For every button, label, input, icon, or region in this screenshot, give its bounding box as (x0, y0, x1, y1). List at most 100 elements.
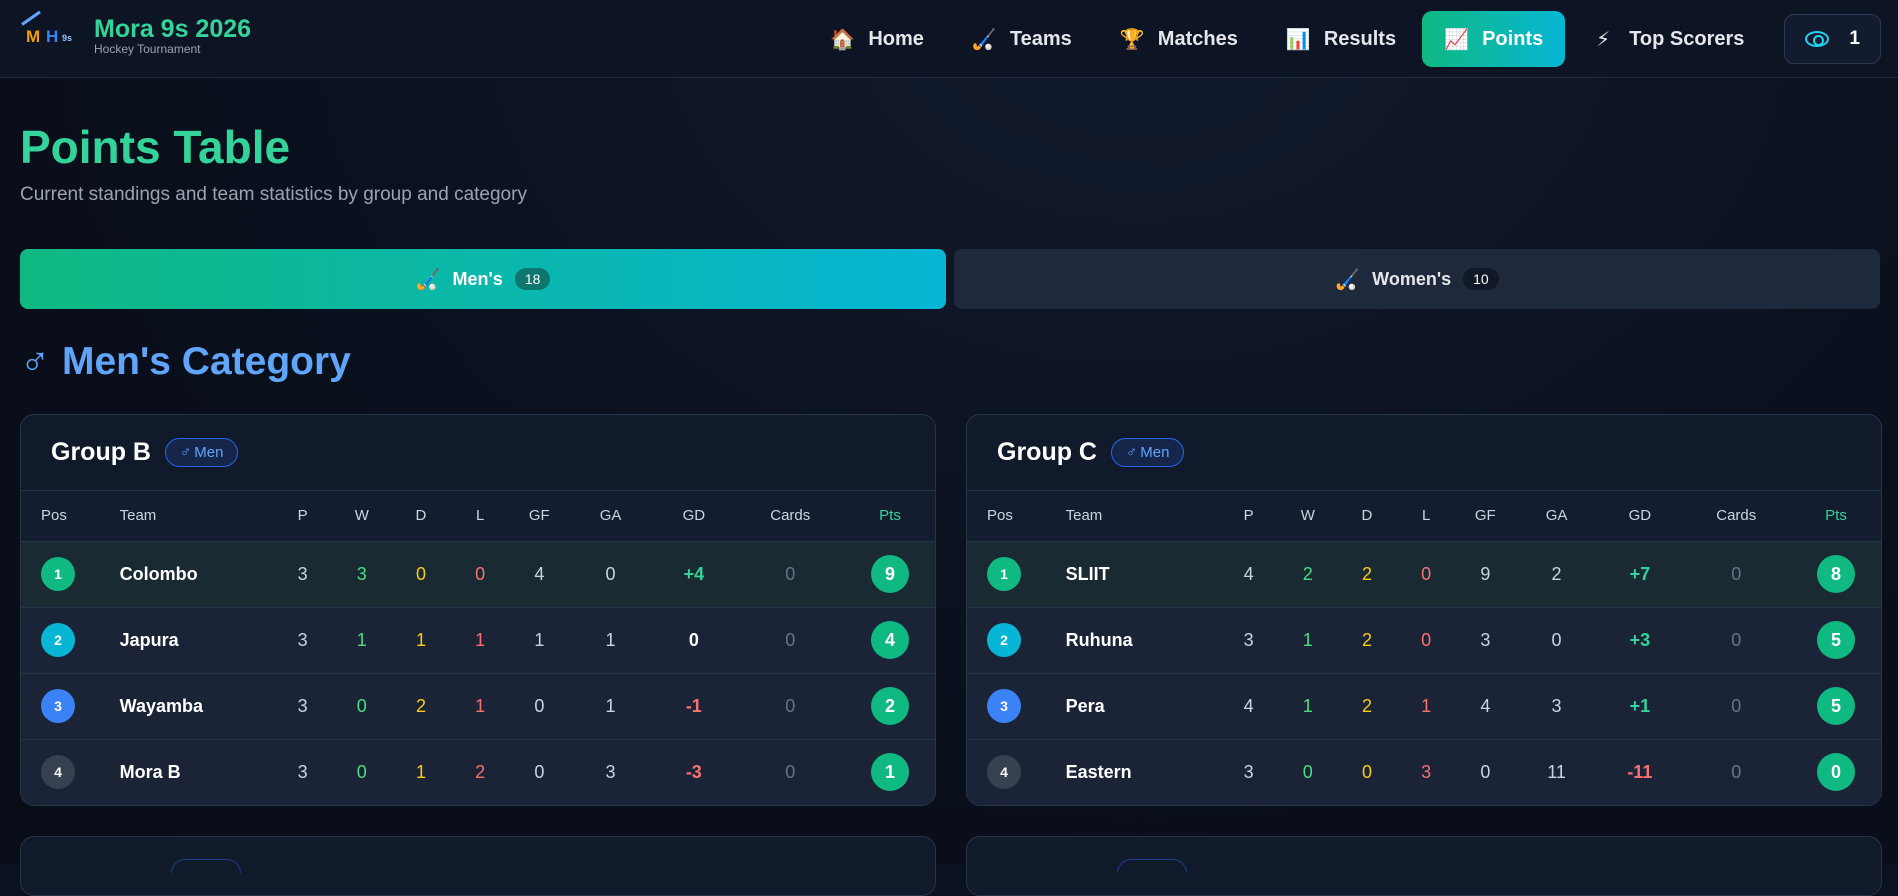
column-header: GF (1474, 507, 1496, 525)
group-name: Group C (997, 438, 1097, 466)
stat-w: 1 (1302, 695, 1313, 716)
points-badge: 2 (871, 687, 910, 725)
column-header: Pos (987, 507, 1013, 525)
stat-gd: +3 (1629, 629, 1651, 650)
stat-gd: +7 (1629, 563, 1651, 584)
stat-gf: 1 (534, 629, 545, 650)
hockey-stick-icon: 🏑 (415, 268, 441, 291)
category-label: Men's Category (62, 340, 351, 383)
hockey-stick-icon: 🏑 (1335, 268, 1361, 291)
table-row[interactable]: 2 Japura 3 1 1 1 1 1 0 0 4 (21, 607, 935, 673)
team-name[interactable]: Eastern (1066, 739, 1219, 805)
table-row[interactable]: 4 Mora B 3 0 1 2 0 3 -3 0 1 (21, 739, 935, 805)
stat-l: 0 (1421, 629, 1432, 650)
male-symbol-icon: ♂ (1126, 444, 1138, 461)
position-badge: 3 (41, 689, 75, 723)
stat-cards: 0 (1731, 761, 1742, 782)
column-header: Pts (1825, 507, 1847, 525)
tab-womens[interactable]: 🏑 Women's 10 (954, 249, 1880, 309)
team-name[interactable]: Ruhuna (1066, 607, 1219, 673)
position-badge: 4 (987, 755, 1021, 790)
tab-mens[interactable]: 🏑 Men's 18 (20, 249, 946, 309)
column-header: D (415, 507, 427, 525)
column-header: D (1361, 507, 1373, 525)
stat-w: 3 (356, 563, 367, 584)
stat-cards: 0 (1731, 629, 1742, 650)
stat-l: 0 (1421, 563, 1432, 584)
table-row[interactable]: 1 Colombo 3 3 0 0 4 0 +4 0 9 (21, 541, 935, 607)
house-icon: 🏠 (830, 28, 856, 51)
table-row[interactable]: 2 Ruhuna 3 1 2 0 3 0 +3 0 5 (967, 607, 1881, 673)
team-name[interactable]: Colombo (120, 541, 273, 607)
brand-title: Mora 9s 2026 (94, 15, 252, 43)
stat-gf: 0 (534, 761, 545, 782)
stat-p: 3 (1243, 629, 1254, 650)
team-name[interactable]: Pera (1066, 673, 1219, 739)
column-header: W (1300, 507, 1315, 525)
column-header: L (475, 507, 485, 525)
stat-p: 3 (297, 761, 308, 782)
table-row[interactable]: 3 Pera 4 1 2 1 4 3 +1 0 5 (967, 673, 1881, 739)
brand[interactable]: M H 9s Mora 9s 2026 Hockey Tournament (20, 10, 252, 56)
stat-gd: -1 (685, 695, 702, 716)
group-card-partial (20, 836, 936, 896)
table-row[interactable]: 4 Eastern 3 0 0 3 0 11 -11 0 0 (967, 739, 1881, 805)
bar-chart-icon: 📊 (1285, 28, 1311, 51)
column-header: Team (119, 507, 157, 525)
stat-d: 2 (1361, 563, 1372, 584)
stat-cards: 0 (785, 761, 796, 782)
category-heading: ♂ Men's Category (20, 340, 351, 384)
column-header: L (1421, 507, 1431, 525)
column-header: Pos (41, 507, 67, 525)
stat-cards: 0 (785, 563, 796, 584)
stat-ga: 0 (1551, 629, 1562, 650)
team-name[interactable]: SLIIT (1066, 541, 1219, 607)
nav-home[interactable]: 🏠 Home (808, 11, 946, 67)
brand-subtitle: Hockey Tournament (94, 42, 201, 56)
category-tabs: 🏑 Men's 18 🏑 Women's 10 (20, 249, 1880, 309)
stat-gf: 9 (1480, 563, 1491, 584)
male-symbol-icon: ♂ (20, 340, 50, 384)
stat-ga: 3 (1551, 695, 1562, 716)
stat-gf: 3 (1480, 629, 1491, 650)
stat-l: 3 (1421, 761, 1432, 782)
stat-d: 2 (415, 695, 426, 716)
male-symbol-icon: ♂ (180, 444, 192, 461)
points-badge: 5 (1817, 687, 1856, 725)
points-badge: 1 (871, 753, 910, 792)
standings-table: Pos Team P W D L GF GA GD Cards Pts 1 Colombo 3 3 0 0 4 0 +… (21, 491, 935, 805)
position-badge: 2 (987, 623, 1021, 657)
points-badge: 8 (1817, 555, 1856, 593)
stat-w: 0 (1302, 761, 1313, 782)
nav-results[interactable]: 📊 Results (1264, 11, 1418, 67)
group-card: Group B ♂ Men Pos Team P W D L GF GA GD Cards Pts 1 Col… (20, 414, 936, 806)
category-badge: ♂ Men (1111, 438, 1185, 467)
team-name[interactable]: Wayamba (120, 673, 273, 739)
group-card: Group C ♂ Men Pos Team P W D L GF GA GD Cards Pts 1 SLI… (966, 414, 1882, 806)
position-badge: 3 (987, 689, 1021, 723)
stat-ga: 0 (605, 563, 616, 584)
visit-count: 1 (1849, 28, 1860, 49)
column-header: GD (682, 507, 706, 525)
stat-gf: 0 (534, 695, 545, 716)
points-badge: 9 (871, 555, 910, 593)
trophy-icon: 🏆 (1119, 28, 1145, 51)
main-nav: 🏠 Home 🏑 Teams 🏆 Matches 📊 Results 📈 Poi… (804, 11, 1898, 67)
stat-p: 3 (297, 695, 308, 716)
stat-p: 4 (1243, 695, 1254, 716)
column-header: Team (1065, 507, 1103, 525)
tab-count: 10 (1463, 268, 1499, 290)
line-chart-icon: 📈 (1444, 28, 1469, 51)
stat-p: 3 (297, 563, 308, 584)
stat-ga: 1 (605, 629, 616, 650)
team-name[interactable]: Japura (120, 607, 273, 673)
stat-gf: 4 (1480, 695, 1491, 716)
nav-teams[interactable]: 🏑 Teams (950, 11, 1094, 67)
team-name[interactable]: Mora B (120, 739, 273, 805)
nav-points[interactable]: 📈 Points (1422, 11, 1566, 67)
nav-matches[interactable]: 🏆 Matches (1098, 11, 1260, 67)
table-row[interactable]: 3 Wayamba 3 0 2 1 0 1 -1 0 2 (21, 673, 935, 739)
nav-top-scorers[interactable]: ⚡ Top Scorers (1569, 11, 1766, 67)
position-badge: 1 (41, 557, 75, 591)
table-row[interactable]: 1 SLIIT 4 2 2 0 9 2 +7 0 8 (967, 541, 1881, 607)
